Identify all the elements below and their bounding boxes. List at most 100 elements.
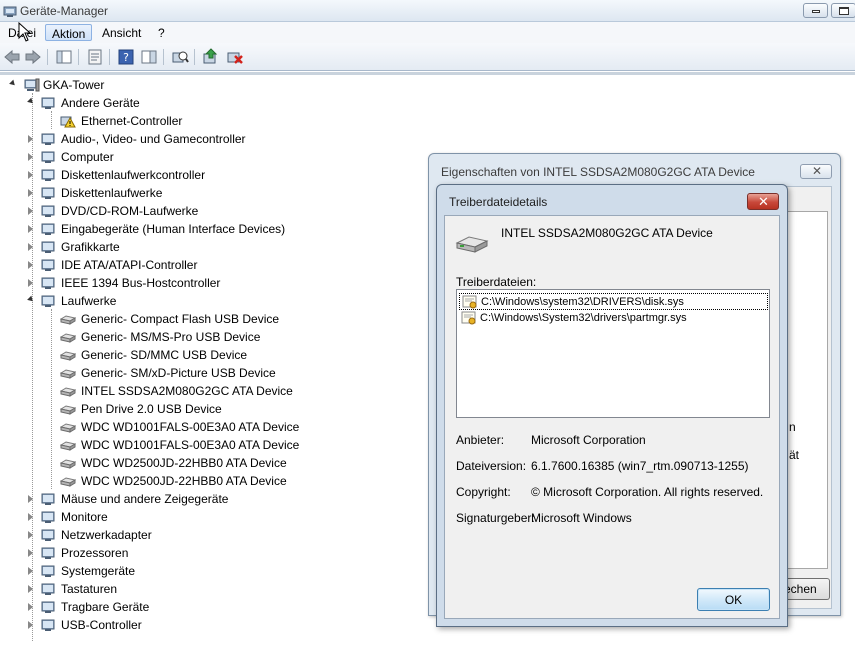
collapse-arrow-icon[interactable] (28, 243, 33, 251)
tree-category[interactable]: Laufwerke (0, 292, 420, 310)
menu-aktion[interactable]: Aktion (45, 24, 93, 41)
collapse-arrow-icon[interactable] (28, 171, 33, 179)
menu-help[interactable]: ? (152, 24, 171, 41)
tree-device[interactable]: WDC WD2500JD-22HBB0 ATA Device (0, 472, 420, 490)
collapse-arrow-icon[interactable] (28, 603, 33, 611)
collapse-arrow-icon[interactable] (28, 621, 33, 629)
menu-ansicht[interactable]: Ansicht (96, 24, 147, 41)
driver-file-row[interactable]: C:\Windows\System32\drivers\partmgr.sys (459, 310, 768, 327)
device-category-icon (40, 617, 56, 633)
tree-category[interactable]: Netzwerkadapter (0, 526, 420, 544)
action-pane-button[interactable] (140, 48, 158, 66)
device-category-icon (40, 491, 56, 507)
tree-root[interactable]: GKA-Tower (0, 76, 200, 94)
tree-device[interactable]: WDC WD1001FALS-00E3A0 ATA Device (0, 418, 420, 436)
provider-label: Anbieter: (456, 433, 505, 447)
drive-icon (59, 437, 77, 453)
collapse-arrow-icon[interactable] (28, 153, 33, 161)
tree-category[interactable]: Monitore (0, 508, 420, 526)
tree-item-label: Audio-, Video- und Gamecontroller (61, 132, 246, 146)
help-button[interactable]: ? (117, 48, 135, 66)
tree-category[interactable]: Diskettenlaufwerke (0, 184, 420, 202)
tree-device[interactable]: Generic- SM/xD-Picture USB Device (0, 364, 420, 382)
tree-category[interactable]: Tastaturen (0, 580, 420, 598)
forward-button[interactable] (24, 48, 42, 66)
collapse-arrow-icon[interactable] (28, 549, 33, 557)
tree-item-label: IDE ATA/ATAPI-Controller (61, 258, 198, 272)
scan-hardware-button[interactable] (171, 48, 189, 66)
driver-close-button[interactable]: ✕ (747, 193, 779, 210)
tree-category[interactable]: Mäuse und andere Zeigegeräte (0, 490, 420, 508)
collapse-arrow-icon[interactable] (28, 261, 33, 269)
minimize-button[interactable] (803, 3, 828, 18)
tree-device[interactable]: INTEL SSDSA2M080G2GC ATA Device (0, 382, 420, 400)
driver-file-icon (461, 311, 477, 328)
driver-file-path: C:\Windows\system32\DRIVERS\disk.sys (481, 296, 684, 308)
collapse-arrow-icon[interactable] (28, 135, 33, 143)
tree-item-label: WDC WD1001FALS-00E3A0 ATA Device (81, 420, 300, 434)
collapse-arrow-icon[interactable] (28, 225, 33, 233)
ethernet-warning-icon (60, 113, 76, 129)
minimize-icon (812, 10, 820, 13)
collapse-arrow-icon[interactable] (28, 189, 33, 197)
tree-category[interactable]: Audio-, Video- und Gamecontroller (0, 130, 420, 148)
properties-tab-panel (788, 211, 828, 569)
tree-item-label: Monitore (61, 510, 108, 524)
tree-device[interactable]: Ethernet-Controller (0, 112, 420, 130)
tree-category[interactable]: Tragbare Geräte (0, 598, 420, 616)
tree-device[interactable]: Pen Drive 2.0 USB Device (0, 400, 420, 418)
collapse-arrow-icon[interactable] (28, 207, 33, 215)
collapse-arrow-icon[interactable] (28, 585, 33, 593)
driver-device-name: INTEL SSDSA2M080G2GC ATA Device (501, 226, 713, 240)
expand-arrow-icon[interactable] (9, 79, 17, 88)
tree-category[interactable]: Prozessoren (0, 544, 420, 562)
driver-file-row[interactable]: C:\Windows\system32\DRIVERS\disk.sys (459, 293, 768, 310)
driver-files-list[interactable]: C:\Windows\system32\DRIVERS\disk.sys C:\… (456, 289, 770, 418)
properties-peek-text: n (789, 420, 796, 434)
tree-category[interactable]: DVD/CD-ROM-Laufwerke (0, 202, 420, 220)
device-category-icon (40, 131, 56, 147)
tree-category[interactable]: Diskettenlaufwerkcontroller (0, 166, 420, 184)
signer-label: Signaturgeber: (456, 511, 535, 525)
tree-device[interactable]: WDC WD1001FALS-00E3A0 ATA Device (0, 436, 420, 454)
tree-category[interactable]: IDE ATA/ATAPI-Controller (0, 256, 420, 274)
collapse-arrow-icon[interactable] (28, 495, 33, 503)
collapse-arrow-icon[interactable] (28, 567, 33, 575)
expand-arrow-icon[interactable] (27, 295, 35, 304)
uninstall-button[interactable] (226, 48, 244, 66)
tree-category[interactable]: USB-Controller (0, 616, 420, 634)
tree-category[interactable]: Grafikkarte (0, 238, 420, 256)
collapse-arrow-icon[interactable] (28, 513, 33, 521)
device-category-icon (40, 563, 56, 579)
tree-category[interactable]: Andere Geräte (0, 94, 420, 112)
driver-dialog-body: INTEL SSDSA2M080G2GC ATA Device Treiberd… (444, 215, 780, 619)
console-tree-button[interactable] (55, 48, 73, 66)
copyright-value: © Microsoft Corporation. All rights rese… (531, 485, 764, 499)
tree-device[interactable]: WDC WD2500JD-22HBB0 ATA Device (0, 454, 420, 472)
expand-arrow-icon[interactable] (27, 97, 35, 106)
tree-device[interactable]: Generic- MS/MS-Pro USB Device (0, 328, 420, 346)
update-driver-button[interactable] (202, 48, 220, 66)
tree-category[interactable]: IEEE 1394 Bus-Hostcontroller (0, 274, 420, 292)
tree-item-label: WDC WD2500JD-22HBB0 ATA Device (81, 456, 287, 470)
collapse-arrow-icon[interactable] (28, 279, 33, 287)
tree-category[interactable]: Computer (0, 148, 420, 166)
maximize-button[interactable] (831, 3, 855, 18)
collapse-arrow-icon[interactable] (28, 531, 33, 539)
tree-root-label: GKA-Tower (43, 78, 105, 92)
scan-hardware-icon (172, 51, 189, 63)
driver-files-label: Treiberdateien: (456, 275, 537, 289)
tree-category[interactable]: Eingabegeräte (Human Interface Devices) (0, 220, 420, 238)
back-button[interactable] (3, 48, 21, 66)
ok-button[interactable]: OK (697, 588, 770, 611)
tree-category[interactable]: Systemgeräte (0, 562, 420, 580)
tree-device[interactable]: Generic- SD/MMC USB Device (0, 346, 420, 364)
properties-button[interactable] (86, 48, 104, 66)
tree-item-label: Netzwerkadapter (61, 528, 152, 542)
tree-device[interactable]: Generic- Compact Flash USB Device (0, 310, 420, 328)
svg-text:?: ? (123, 51, 129, 64)
properties-close-button[interactable]: ✕ (800, 164, 832, 179)
tree-item-label: Ethernet-Controller (81, 114, 183, 128)
properties-partial-button[interactable]: echen (782, 578, 830, 600)
properties-peek-text: ät (789, 448, 800, 462)
